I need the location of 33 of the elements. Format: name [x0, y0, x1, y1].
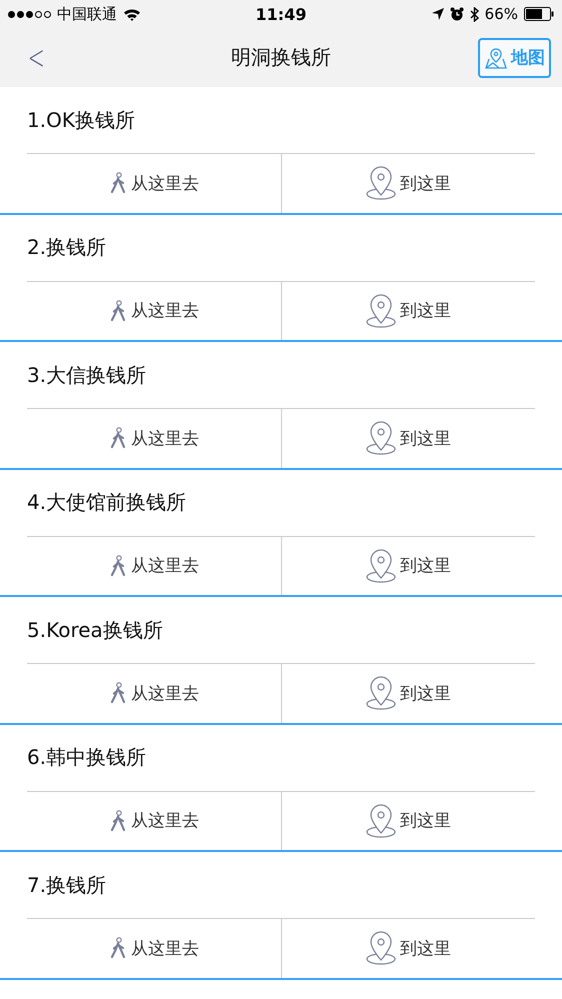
- map-pin-icon: [366, 166, 396, 200]
- page-title: 明洞换钱所: [231, 44, 331, 71]
- walking-person-icon: [108, 427, 127, 450]
- walking-person-icon: [108, 172, 127, 194]
- place-name: 4.大使馆前换钱所: [26, 489, 188, 516]
- walking-person-icon: [108, 937, 127, 960]
- map-pin-icon: [366, 804, 396, 838]
- map-pin-icon: [366, 294, 396, 328]
- place-name: 2.换钱所: [26, 234, 108, 261]
- map-pin-icon: [484, 46, 508, 70]
- place-name: 6.韩中换钱所: [26, 744, 148, 771]
- clock-time: 11:49: [256, 4, 306, 24]
- walking-person-icon: [108, 300, 127, 322]
- carrier-name: 中国联通: [57, 4, 117, 24]
- battery-percentage: 66%: [484, 5, 518, 23]
- map-pin-icon: [366, 676, 396, 710]
- place-name: 5.Korea换钱所: [26, 616, 164, 644]
- map-pin-icon: [366, 548, 396, 583]
- walking-person-icon: [108, 682, 127, 704]
- alarm-clock-icon: [450, 7, 464, 21]
- map-pin-icon: [366, 931, 396, 966]
- back-button[interactable]: <: [25, 38, 48, 78]
- place-name: 1.OK换钱所: [26, 106, 136, 134]
- walking-person-icon: [108, 554, 127, 577]
- wifi-icon: [123, 8, 141, 20]
- walking-person-icon: [108, 810, 127, 832]
- battery-icon: [524, 7, 554, 21]
- signal-icon: [8, 10, 51, 18]
- place-name: 3.大信换钱所: [26, 362, 148, 388]
- location-arrow-icon: [432, 8, 444, 20]
- map-pin-icon: [366, 421, 396, 456]
- bluetooth-icon: [470, 6, 479, 22]
- place-name: 7.换钱所: [26, 872, 108, 898]
